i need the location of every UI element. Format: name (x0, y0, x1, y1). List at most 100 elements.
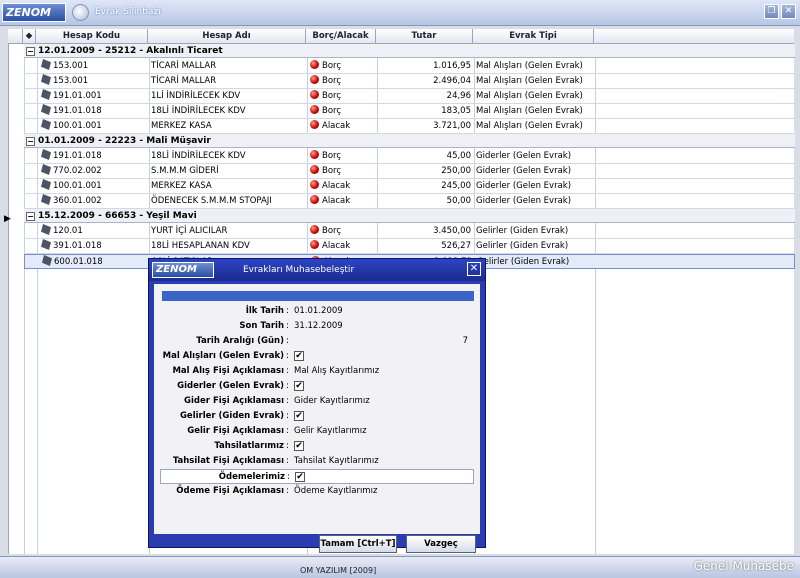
borc-alacak-text: Borç (322, 91, 342, 101)
evrak-tipi-cell: Mal Alışları (Gelen Evrak) (476, 76, 583, 86)
col-tutar[interactable]: Tutar (376, 29, 473, 44)
col-evrak-tipi[interactable]: Evrak Tipi (473, 29, 594, 44)
borc-alacak-text: Borç (322, 166, 342, 176)
status-text: OM YAZILIM [2009] (300, 566, 377, 575)
col-borc-alacak[interactable]: Borç/Alacak (306, 29, 376, 44)
hesap-kodu-cell: 360.01.002 (53, 196, 102, 206)
form-row: Gelirler (Giden Evrak): ✔ (160, 409, 474, 424)
field-colon: : (286, 321, 289, 331)
document-icon (41, 104, 51, 115)
status-bar: OM YAZILIM [2009] Genel Muhasebe (0, 556, 800, 578)
field-value[interactable]: 01.01.2009 (294, 304, 343, 319)
checkbox[interactable]: ✔ (294, 381, 304, 391)
checkbox[interactable]: ✔ (294, 351, 304, 361)
evrak-tipi-cell: Gelirler (Giden Evrak) (476, 226, 569, 236)
close-icon[interactable]: ✕ (781, 4, 796, 19)
table-row[interactable]: 191.01.018 18Lİ İNDİRİLECEK KDV Borç 45,00 G… (24, 149, 795, 164)
field-value[interactable]: 31.12.2009 (294, 319, 343, 334)
hesap-kodu-cell: 191.01.018 (53, 151, 102, 161)
table-row[interactable]: 100.01.001 MERKEZ KASA Alacak 3.721,00 Mal A… (24, 119, 795, 134)
dialog-form: Tamam [Ctrl+T] Vazgeç İlk Tarih:01.01.20… (154, 284, 480, 553)
document-icon (41, 224, 51, 235)
hesap-adi-cell: S.M.M.M GİDERİ (151, 166, 219, 176)
table-row[interactable]: 100.01.001 MERKEZ KASA Alacak 245,00 Giderle… (24, 179, 795, 194)
table-row[interactable]: 191.01.018 18Lİ İNDİRİLECEK KDV Borç 183,05… (24, 104, 795, 119)
restore-icon[interactable]: ❐ (764, 4, 779, 19)
hesap-adi-cell: 18Lİ İNDİRİLECEK KDV (151, 106, 246, 116)
doc-column-icon[interactable]: ◆ (23, 29, 36, 44)
status-dot-icon (310, 105, 319, 114)
field-value[interactable]: Gelir Kayıtlarımız (294, 424, 367, 439)
hesap-adi-cell: 1Lİ İNDİRİLECEK KDV (151, 91, 241, 101)
borc-alacak-cell: Borç (310, 59, 378, 74)
hesap-kodu-cell: 600.01.018 (54, 257, 103, 267)
field-label: Ödeme Fişi Açıklaması (176, 486, 284, 496)
field-colon: : (286, 426, 289, 436)
field-label: Gelir Fişi Açıklaması (187, 426, 284, 436)
group-header[interactable]: −15.12.2009 - 66653 - Yeşil Mavi (24, 209, 795, 223)
table-row[interactable]: 120.01 YURT İÇİ ALICILAR Borç 3.450,00 Gelir… (24, 224, 795, 239)
field-label: Tarih Aralığı (Gün) (196, 336, 284, 346)
hesap-adi-cell: MERKEZ KASA (151, 121, 212, 131)
borc-alacak-cell: Borç (310, 89, 378, 104)
field-value[interactable]: Gider Kayıtlarımız (294, 394, 370, 409)
collapse-toggle-icon[interactable]: − (26, 212, 35, 221)
tutar-cell: 24,96 (446, 91, 471, 101)
dialog-title: Evrakları Muhasebeleştir (243, 265, 355, 275)
tutar-cell: 3.721,00 (433, 121, 471, 131)
checkbox[interactable]: ✔ (294, 441, 304, 451)
evrak-tipi-cell: Mal Alışları (Gelen Evrak) (476, 61, 583, 71)
status-dot-icon (310, 60, 319, 69)
hesap-kodu-cell: 100.01.001 (53, 121, 102, 131)
document-icon (41, 119, 51, 130)
status-dot-icon (310, 150, 319, 159)
field-value[interactable]: Ödeme Kayıtlarımız (294, 484, 377, 499)
table-row[interactable]: 360.01.002 ÖDENECEK S.M.M.M STOPAJI Alacak… (24, 194, 795, 209)
hesap-kodu-cell: 120.01 (53, 226, 83, 236)
borc-alacak-cell: Alacak (310, 179, 378, 194)
hesap-adi-cell: 18Lİ HESAPLANAN KDV (151, 241, 250, 251)
table-row[interactable]: 153.001 TİCARİ MALLAR Borç 1.016,95 Mal Alış… (24, 59, 795, 74)
evrak-tipi-cell: Gelirler (Giden Evrak) (477, 257, 570, 267)
table-row[interactable]: 153.001 TİCARİ MALLAR Borç 2.496,04 Mal Alış… (24, 74, 795, 89)
field-colon: : (286, 366, 289, 376)
form-row: Giderler (Gelen Evrak): ✔ (160, 379, 474, 394)
dialog-close-icon[interactable]: ✕ (467, 262, 481, 276)
field-colon: : (287, 472, 290, 482)
field-label: Tahsilat Fişi Açıklaması (172, 456, 284, 466)
group-header[interactable]: −01.01.2009 - 22223 - Mali Müşavir (24, 134, 795, 148)
field-value[interactable]: Tahsilat Kayıtlarımız (294, 454, 379, 469)
status-dot-icon (310, 240, 319, 249)
field-value[interactable]: 7 (463, 334, 468, 349)
collapse-toggle-icon[interactable]: − (26, 47, 35, 56)
borc-alacak-cell: Alacak (310, 239, 378, 254)
tutar-cell: 526,27 (441, 241, 471, 251)
field-colon: : (286, 486, 289, 496)
evrak-tipi-cell: Gelirler (Giden Evrak) (476, 241, 569, 251)
hesap-adi-cell: TİCARİ MALLAR (151, 76, 217, 86)
muhasebelestir-dialog: ZENOM Evrakları Muhasebeleştir ✕ Tamam [… (148, 258, 486, 553)
field-value[interactable]: Mal Alış Kayıtlarımız (294, 364, 379, 379)
checkbox[interactable]: ✔ (295, 472, 305, 482)
col-hesap-kodu[interactable]: Hesap Kodu (36, 29, 148, 44)
checkbox[interactable]: ✔ (294, 411, 304, 421)
dialog-zenom-logo: ZENOM (152, 262, 214, 278)
app-swirl-icon (72, 4, 89, 21)
table-row[interactable]: 770.02.002 S.M.M.M GİDERİ Borç 250,00 Giderl… (24, 164, 795, 179)
evrak-tipi-cell: Mal Alışları (Gelen Evrak) (476, 121, 583, 131)
group-header[interactable]: −12.01.2009 - 25212 - Akalınlı Ticaret (24, 44, 795, 58)
tutar-cell: 183,05 (441, 106, 471, 116)
collapse-toggle-icon[interactable]: − (26, 137, 35, 146)
hesap-kodu-cell: 100.01.001 (53, 181, 102, 191)
table-row[interactable]: 391.01.018 18Lİ HESAPLANAN KDV Alacak 526,2… (24, 239, 795, 254)
vazgec-button[interactable]: Vazgeç (406, 535, 476, 553)
col-hesap-adi[interactable]: Hesap Adı (148, 29, 306, 44)
tutar-cell: 2.496,04 (433, 76, 471, 86)
field-label: Mal Alışları (Gelen Evrak) (162, 351, 284, 361)
tutar-cell: 1.016,95 (433, 61, 471, 71)
table-row[interactable]: 191.01.001 1Lİ İNDİRİLECEK KDV Borç 24,96 Ma… (24, 89, 795, 104)
field-label: Gelirler (Giden Evrak) (179, 411, 284, 421)
tamam-button[interactable]: Tamam [Ctrl+T] (319, 535, 397, 553)
document-icon (41, 239, 51, 250)
form-row: Mal Alış Fişi Açıklaması: Mal Alış Kayıtl… (160, 364, 474, 379)
